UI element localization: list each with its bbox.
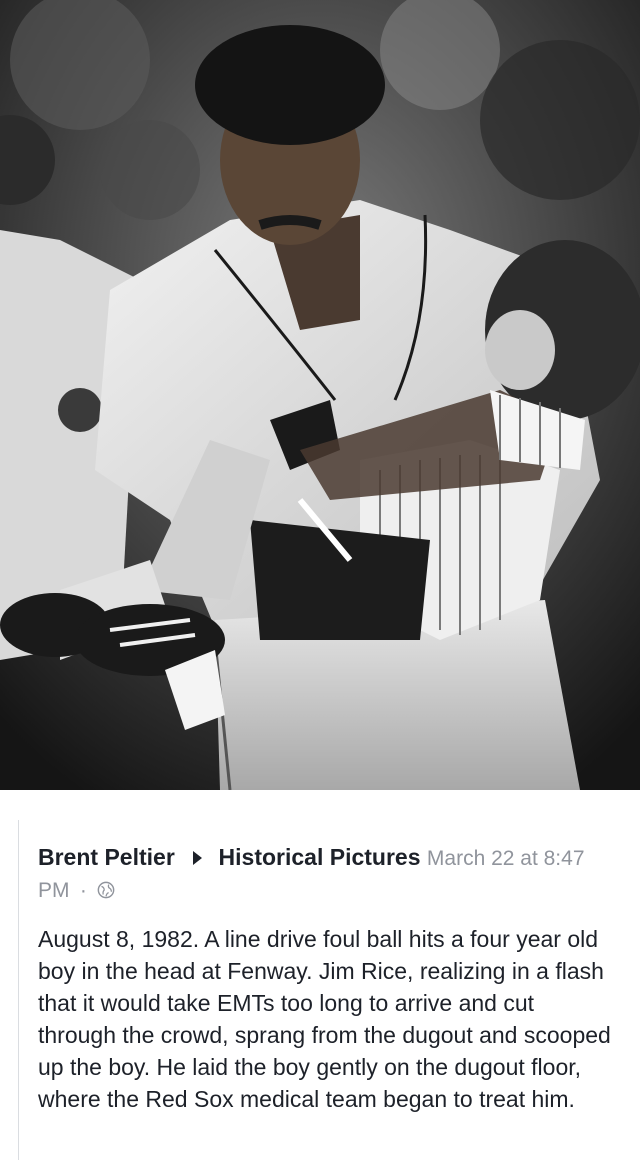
photo-image	[0, 0, 640, 790]
post-photo[interactable]	[0, 0, 640, 790]
separator-dot: ·	[79, 879, 87, 902]
post-card: Brent Peltier Historical Pictures March …	[0, 790, 640, 1161]
author-link[interactable]: Brent Peltier	[38, 844, 175, 870]
shared-to-arrow-icon	[193, 850, 203, 865]
post-divider	[18, 820, 19, 1160]
post-body-text: August 8, 1982. A line drive foul ball h…	[38, 926, 611, 1112]
globe-icon[interactable]	[97, 881, 115, 899]
group-link[interactable]: Historical Pictures	[219, 844, 421, 870]
post-header: Brent Peltier Historical Pictures March …	[38, 842, 598, 906]
